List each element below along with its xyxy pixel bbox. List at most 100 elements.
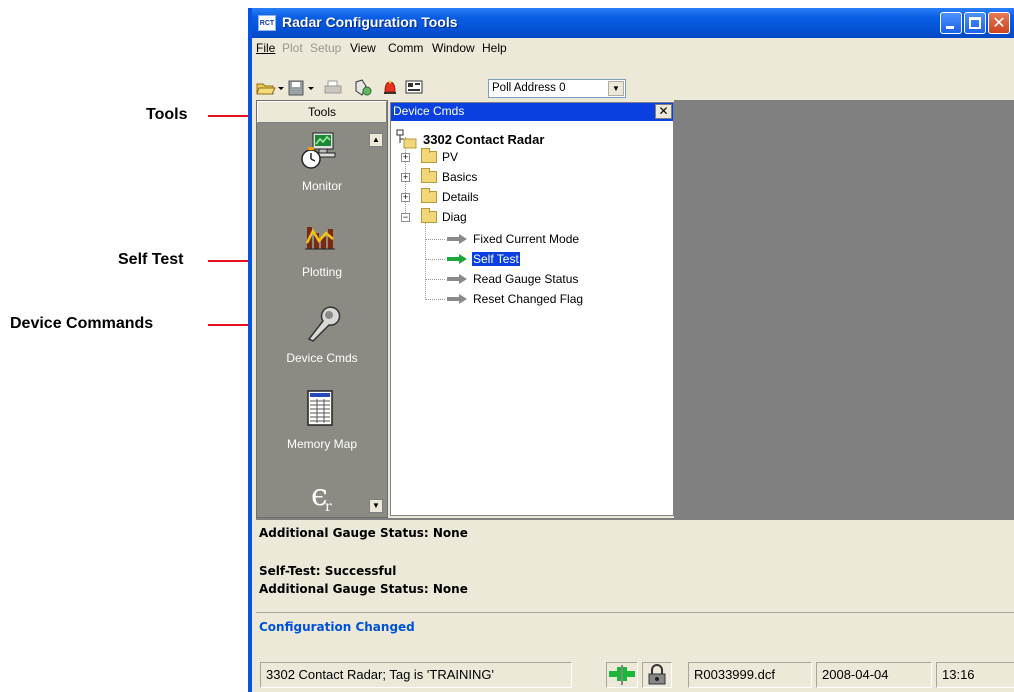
- menu-plot[interactable]: Plot: [282, 41, 303, 55]
- tools-header-button[interactable]: Tools: [257, 101, 387, 123]
- tool-device-cmds[interactable]: Device Cmds: [257, 303, 387, 387]
- tool-plotting[interactable]: Plotting: [257, 217, 387, 301]
- tool-device-cmds-label: Device Cmds: [286, 351, 358, 365]
- tree-folder-basics[interactable]: Basics: [421, 167, 477, 187]
- menu-comm[interactable]: Comm: [388, 41, 423, 55]
- tool-epsilon-r[interactable]: ϵ r: [257, 473, 387, 517]
- collapse-diag-button[interactable]: −: [401, 213, 410, 222]
- command-arrow-icon: [447, 234, 467, 244]
- search-device-icon: [355, 79, 372, 96]
- print-icon: [324, 80, 342, 94]
- close-window-button[interactable]: ✕: [988, 12, 1010, 34]
- menu-file-label: File: [256, 41, 276, 55]
- callout-self-test-label: Self Test: [118, 251, 184, 268]
- tree-folder-diag-label: Diag: [442, 210, 467, 224]
- menu-file[interactable]: File: [256, 41, 275, 55]
- lock-icon: [648, 664, 666, 685]
- command-arrow-icon: [447, 274, 467, 284]
- tree-item-read-gauge-status[interactable]: Read Gauge Status: [447, 269, 578, 289]
- tool-plotting-label: Plotting: [301, 265, 343, 279]
- device-tree-icon: [396, 129, 417, 149]
- tree-item-reset-changed-flag[interactable]: Reset Changed Flag: [447, 289, 583, 309]
- tree-item-fixed-current-mode[interactable]: Fixed Current Mode: [447, 229, 579, 249]
- memory-map-icon: [307, 390, 333, 426]
- tool-monitor[interactable]: Monitor: [257, 131, 387, 215]
- print-button[interactable]: [322, 78, 344, 98]
- log-line-gauge-status-1: Additional Gauge Status: None: [259, 526, 468, 540]
- status-connection: [606, 662, 638, 688]
- tree-root-label: 3302 Contact Radar: [423, 131, 545, 147]
- command-arrow-active-icon: [447, 254, 467, 264]
- expand-details-button[interactable]: +: [401, 193, 410, 202]
- tree-item-self-test[interactable]: Self Test: [447, 249, 520, 269]
- log-divider: [256, 612, 1014, 613]
- tree-line: [425, 259, 445, 260]
- maximize-icon: [969, 17, 981, 29]
- status-date: 2008-04-04: [816, 662, 932, 688]
- minimize-button[interactable]: [940, 12, 962, 34]
- tree-folder-details[interactable]: Details: [421, 187, 479, 207]
- plotting-icon: [305, 227, 335, 250]
- chevron-down-icon[interactable]: ▼: [608, 81, 624, 96]
- tool-monitor-label: Monitor: [301, 179, 342, 193]
- menu-window-label: Window: [432, 41, 475, 55]
- poll-address-select[interactable]: Poll Address 0 ▼: [488, 79, 626, 98]
- menu-view-label: View: [350, 41, 376, 55]
- minimize-icon: [946, 26, 954, 29]
- open-button[interactable]: [256, 78, 284, 98]
- menu-comm-label: Comm: [388, 41, 424, 55]
- expand-basics-button[interactable]: +: [401, 173, 410, 182]
- epsilon-r-icon: ϵ r: [311, 478, 332, 513]
- maximize-button[interactable]: [964, 12, 986, 34]
- open-folder-icon: [421, 208, 437, 223]
- status-time: 13:16: [936, 662, 1014, 688]
- tool-memory-map[interactable]: Memory Map: [257, 389, 387, 473]
- tree-root[interactable]: 3302 Contact Radar: [395, 129, 544, 149]
- command-arrow-icon: [447, 294, 467, 304]
- status-bar: 3302 Contact Radar; Tag is 'TRAINING' R0…: [256, 658, 1014, 692]
- menu-setup-label: Setup: [310, 41, 342, 55]
- tools-panel: Tools ▲ ▼ Monitor Plotting Device Cmds M…: [256, 100, 388, 518]
- folder-icon: [421, 168, 437, 183]
- status-device-tag: 3302 Contact Radar; Tag is 'TRAINING': [260, 662, 572, 688]
- device-cmds-title: Device Cmds: [393, 104, 465, 118]
- tree-line: [425, 239, 445, 240]
- connected-icon: [609, 665, 635, 685]
- status-log: Additional Gauge Status: None Self-Test:…: [256, 518, 1014, 654]
- log-line-gauge-status-2: Additional Gauge Status: None: [259, 582, 468, 596]
- app-window: RCT Radar Configuration Tools ✕ File Plo…: [248, 8, 1014, 692]
- tag-icon: [405, 80, 423, 94]
- tree-folder-diag[interactable]: Diag: [421, 207, 467, 227]
- tool-memory-map-label: Memory Map: [286, 437, 357, 451]
- tag-button[interactable]: [402, 78, 426, 98]
- alarm-icon: [384, 80, 396, 94]
- tree-line: [425, 279, 445, 280]
- status-lock: [642, 662, 672, 688]
- menu-window[interactable]: Window: [432, 41, 475, 55]
- menu-bar: File Plot Setup View Comm Window Help: [252, 38, 1014, 58]
- poll-address-value: Poll Address 0: [492, 82, 566, 94]
- alarm-button[interactable]: [378, 78, 402, 98]
- save-button[interactable]: [288, 78, 316, 98]
- tree-folder-basics-label: Basics: [442, 170, 478, 184]
- tree-folder-pv[interactable]: PV: [421, 147, 458, 167]
- folder-icon: [421, 148, 437, 163]
- search-device-button[interactable]: [352, 78, 376, 98]
- tree-folder-details-label: Details: [442, 190, 479, 204]
- device-cmds-header[interactable]: Device Cmds ✕: [391, 103, 673, 121]
- tree-item-label-selected: Self Test: [472, 252, 520, 266]
- device-cmds-pane: Device Cmds ✕ 3302 Contact Radar + PV + …: [390, 102, 674, 516]
- menu-setup[interactable]: Setup: [310, 41, 341, 55]
- folder-icon: [421, 188, 437, 203]
- callout-device-commands-label: Device Commands: [10, 315, 154, 332]
- tree-line: [425, 299, 445, 300]
- tree-item-label: Fixed Current Mode: [473, 232, 580, 246]
- device-cmds-close-button[interactable]: ✕: [655, 104, 672, 119]
- tree-item-label: Reset Changed Flag: [473, 292, 584, 306]
- menu-view[interactable]: View: [350, 41, 376, 55]
- app-icon[interactable]: RCT: [258, 15, 276, 31]
- menu-help[interactable]: Help: [482, 41, 507, 55]
- title-bar[interactable]: RCT Radar Configuration Tools ✕: [252, 8, 1014, 38]
- expand-pv-button[interactable]: +: [401, 153, 410, 162]
- wrench-icon: [307, 306, 341, 342]
